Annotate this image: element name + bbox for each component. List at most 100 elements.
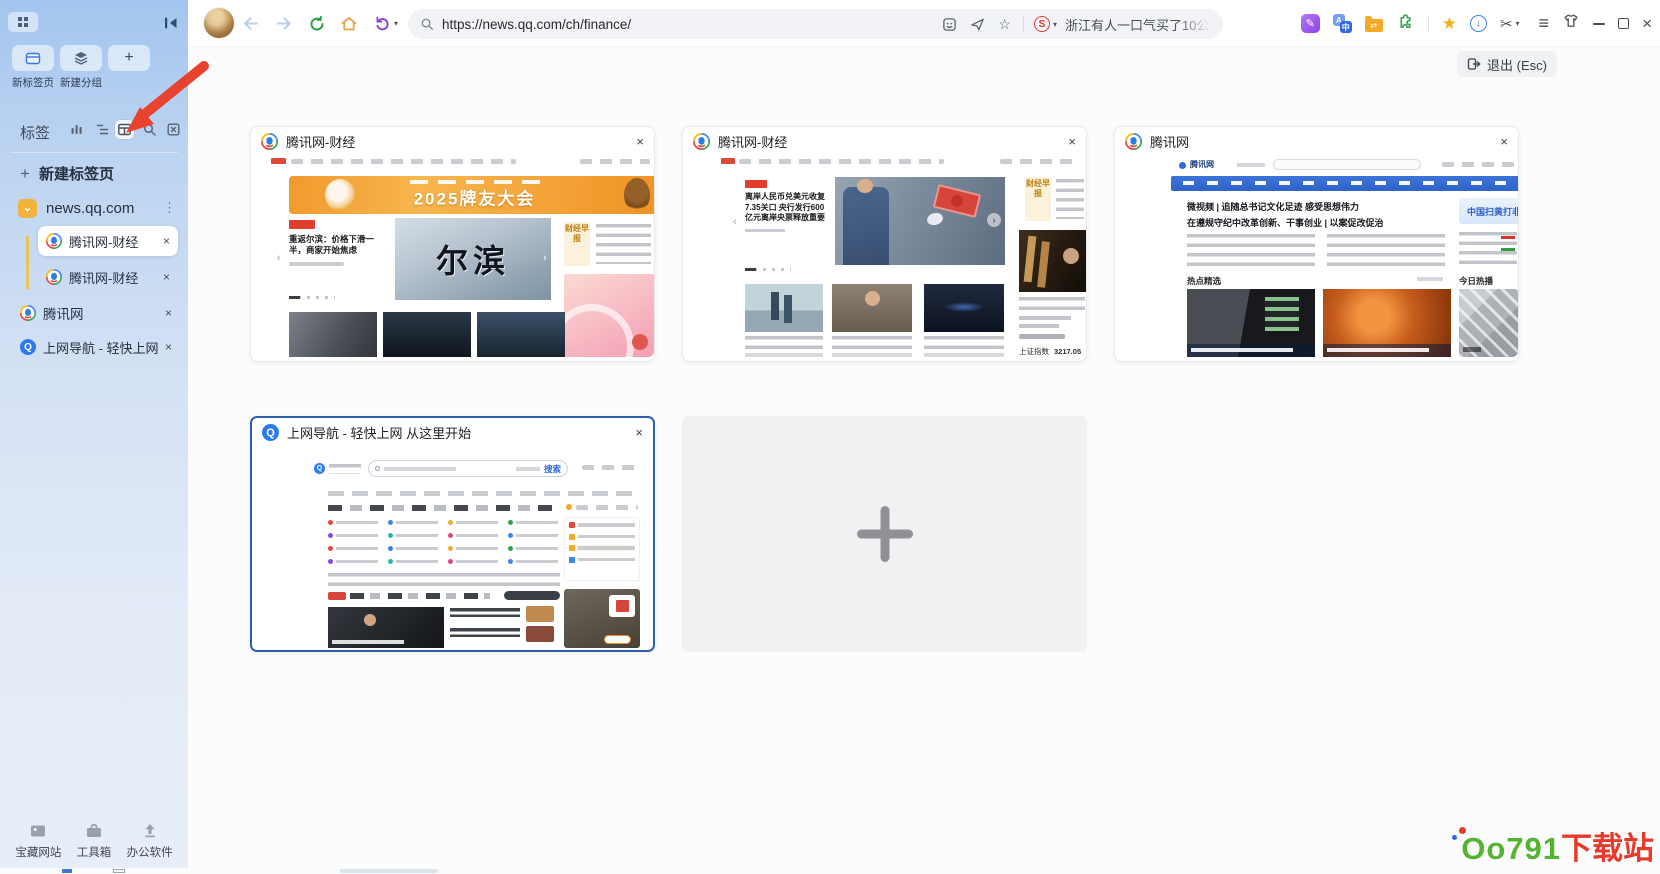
home-icon[interactable] <box>336 11 361 36</box>
section-more-deco <box>1417 277 1443 281</box>
thumb-text-deco <box>1019 324 1059 328</box>
plus-icon: + <box>20 165 30 182</box>
thumb-side-panel <box>564 517 640 581</box>
group-name: news.qq.com <box>46 200 134 217</box>
thumb-site-logo: Q <box>314 463 325 474</box>
thumb-text-deco <box>1327 234 1445 271</box>
tab-thumbnail[interactable]: Q 搜索 <box>252 447 653 648</box>
close-tab-icon[interactable]: × <box>165 340 172 354</box>
tab-thumbnail[interactable]: 离岸人民币兑美元收复 7.35关口 央行发行600 亿元离岸央票释放重要 ‹ › <box>683 156 1086 357</box>
thumb-text-deco <box>1187 234 1315 271</box>
search-engine-badge[interactable]: S <box>1034 16 1050 32</box>
add-tab-tile[interactable] <box>682 416 1087 652</box>
tab-thumbnail[interactable]: 腾讯网 微视频 | 追随总书记文化足迹 感受思想伟力 在遵规守纪中改革创新、干事… <box>1115 156 1518 357</box>
banner-title: 2025牌友大会 <box>414 184 536 209</box>
profile-avatar[interactable] <box>204 8 234 38</box>
thumb-hero-image: › <box>835 177 1005 265</box>
forward-icon[interactable] <box>272 11 297 36</box>
url-text[interactable]: https://news.qq.com/ch/finance/ <box>442 17 631 32</box>
section-label: 热点精选 <box>1187 275 1221 287</box>
tab-group-row[interactable]: ⌄ news.qq.com ⋮ <box>18 196 180 220</box>
tab-card-header: 腾讯网-财经 × <box>251 127 654 156</box>
share-icon[interactable] <box>970 17 985 32</box>
reader-mode-icon[interactable] <box>942 17 957 32</box>
tab-item[interactable]: 腾讯网 × <box>12 298 180 328</box>
caret-down-icon[interactable]: ▾ <box>1053 20 1057 29</box>
qq-news-favicon <box>1125 133 1142 150</box>
new-tab-row[interactable]: + 新建标签页 <box>20 162 114 184</box>
caption-deco <box>1323 344 1451 357</box>
window-close-icon[interactable]: × <box>1642 15 1652 32</box>
restore-tab-icon[interactable]: ▾ <box>370 11 402 36</box>
exit-overview-button[interactable]: 退出 (Esc) <box>1457 51 1557 77</box>
collapse-sidebar-icon[interactable] <box>160 12 182 34</box>
placeholder-deco <box>384 467 456 471</box>
tab-card-selected[interactable]: Q 上网导航 - 轻快上网 从这里开始 × Q 搜索 <box>250 416 655 652</box>
logo-text-deco <box>329 464 361 474</box>
close-tab-icon[interactable]: × <box>165 306 172 320</box>
back-icon[interactable] <box>238 11 263 36</box>
close-card-icon[interactable]: × <box>1500 134 1508 149</box>
menu-icon[interactable]: ≡ <box>1539 13 1550 34</box>
watermark: Oo791 下载站 <box>1461 823 1654 868</box>
tab-item[interactable]: 腾讯网-财经 × <box>38 262 178 292</box>
caption-deco <box>924 336 1004 349</box>
tab-card[interactable]: 腾讯网-财经 × 2025牌友大会 重返尔滨：价格下滑一 半，商家开始焦虑 <box>250 126 655 362</box>
theme-skin-icon[interactable] <box>1562 12 1580 35</box>
downloads-icon[interactable]: ↓ <box>1470 15 1487 32</box>
tabs-header: 标签 <box>20 122 50 143</box>
dock-item-office-software[interactable]: 办公软件 <box>127 822 173 860</box>
tab-card-header: 腾讯网 × <box>1115 127 1518 156</box>
sidebar-dock: 宝藏网站 工具箱 办公软件 <box>0 822 188 860</box>
action-button-deco <box>604 635 631 644</box>
briefcase-icon <box>85 822 103 840</box>
thumb-headline: 在遵规守纪中改革创新、干事创业 | 以案促改促治 <box>1187 216 1384 229</box>
watermark-green: Oo791 <box>1461 831 1561 867</box>
new-tab-page-button[interactable]: 新标签页 <box>12 45 54 90</box>
address-bar[interactable]: https://news.qq.com/ch/finance/ ☆ S ▾ 浙江… <box>408 9 1223 39</box>
carousel-next-icon: › <box>543 252 547 264</box>
app-badge-icon[interactable] <box>8 12 38 32</box>
thumb-photo <box>1187 289 1315 357</box>
qq-news-favicon <box>261 133 278 150</box>
ai-writer-icon[interactable]: ✎ <box>1301 14 1320 33</box>
thumb-poster-image <box>1019 230 1086 292</box>
bookmark-star-icon[interactable]: ☆ <box>998 16 1011 33</box>
tab-item-active[interactable]: 腾讯网-财经 × <box>38 226 178 256</box>
stock-index-row: 上证指数 3217.05 +13.52 <box>1019 346 1086 357</box>
thumb-navbar <box>1171 176 1518 191</box>
close-tab-icon[interactable]: × <box>163 234 170 248</box>
tab-thumbnail[interactable]: 2025牌友大会 重返尔滨：价格下滑一 半，商家开始焦虑 ‹ 尔滨 › 财经早报 <box>251 156 654 357</box>
dock-item-treasure-sites[interactable]: 宝藏网站 <box>15 822 61 860</box>
thumb-text-deco <box>1019 316 1071 320</box>
tab-card[interactable]: 腾讯网 × 腾讯网 微视频 | 追随总书记文化足迹 感受思想伟力 在遵规守纪中改… <box>1114 126 1519 362</box>
extensions-icon[interactable] <box>1396 12 1415 36</box>
thumb-photo <box>832 284 912 332</box>
bookmarks-icon[interactable]: ★ <box>1442 15 1457 32</box>
thumb-hero-image: 尔滨 <box>395 218 551 300</box>
maximize-icon[interactable] <box>1618 18 1629 29</box>
file-transfer-icon[interactable]: ⇄ <box>1365 19 1383 32</box>
close-tab-icon[interactable]: × <box>163 270 170 284</box>
refresh-icon[interactable] <box>304 11 329 36</box>
tab-card[interactable]: 腾讯网-财经 × 离岸人民币兑美元收复 7.35关口 央行发行600 亿元离岸央… <box>682 126 1087 362</box>
mascot-deco <box>325 179 355 211</box>
close-card-icon[interactable]: × <box>1068 134 1076 149</box>
tab-title: 腾讯网 <box>43 303 159 323</box>
hot-search-suggestion[interactable]: 浙江有人一口气买了10公 <box>1065 15 1211 34</box>
close-card-icon[interactable]: × <box>635 425 643 440</box>
dock-item-toolbox[interactable]: 工具箱 <box>77 822 112 860</box>
taskbar-icon-deco <box>62 869 72 873</box>
caption-deco <box>1019 297 1085 311</box>
translate-icon[interactable]: A 中 <box>1333 14 1352 33</box>
caret-down-icon: ▾ <box>1516 19 1520 28</box>
toolbar-right-icons: ✎ A 中 ⇄ ★ ↓ ✂ ▾ ≡ × <box>1301 0 1652 47</box>
close-card-icon[interactable]: × <box>636 134 644 149</box>
tab-item[interactable]: Q 上网导航 - 轻快上网 × <box>12 332 180 362</box>
screenshot-icon[interactable]: ✂ ▾ <box>1500 15 1520 33</box>
thumb-site-logo <box>271 158 286 164</box>
tab-stats-icon[interactable] <box>66 119 87 140</box>
minimize-icon[interactable] <box>1593 23 1605 25</box>
group-more-icon[interactable]: ⋮ <box>163 200 176 216</box>
group-folder-icon[interactable]: ⌄ <box>18 199 37 218</box>
